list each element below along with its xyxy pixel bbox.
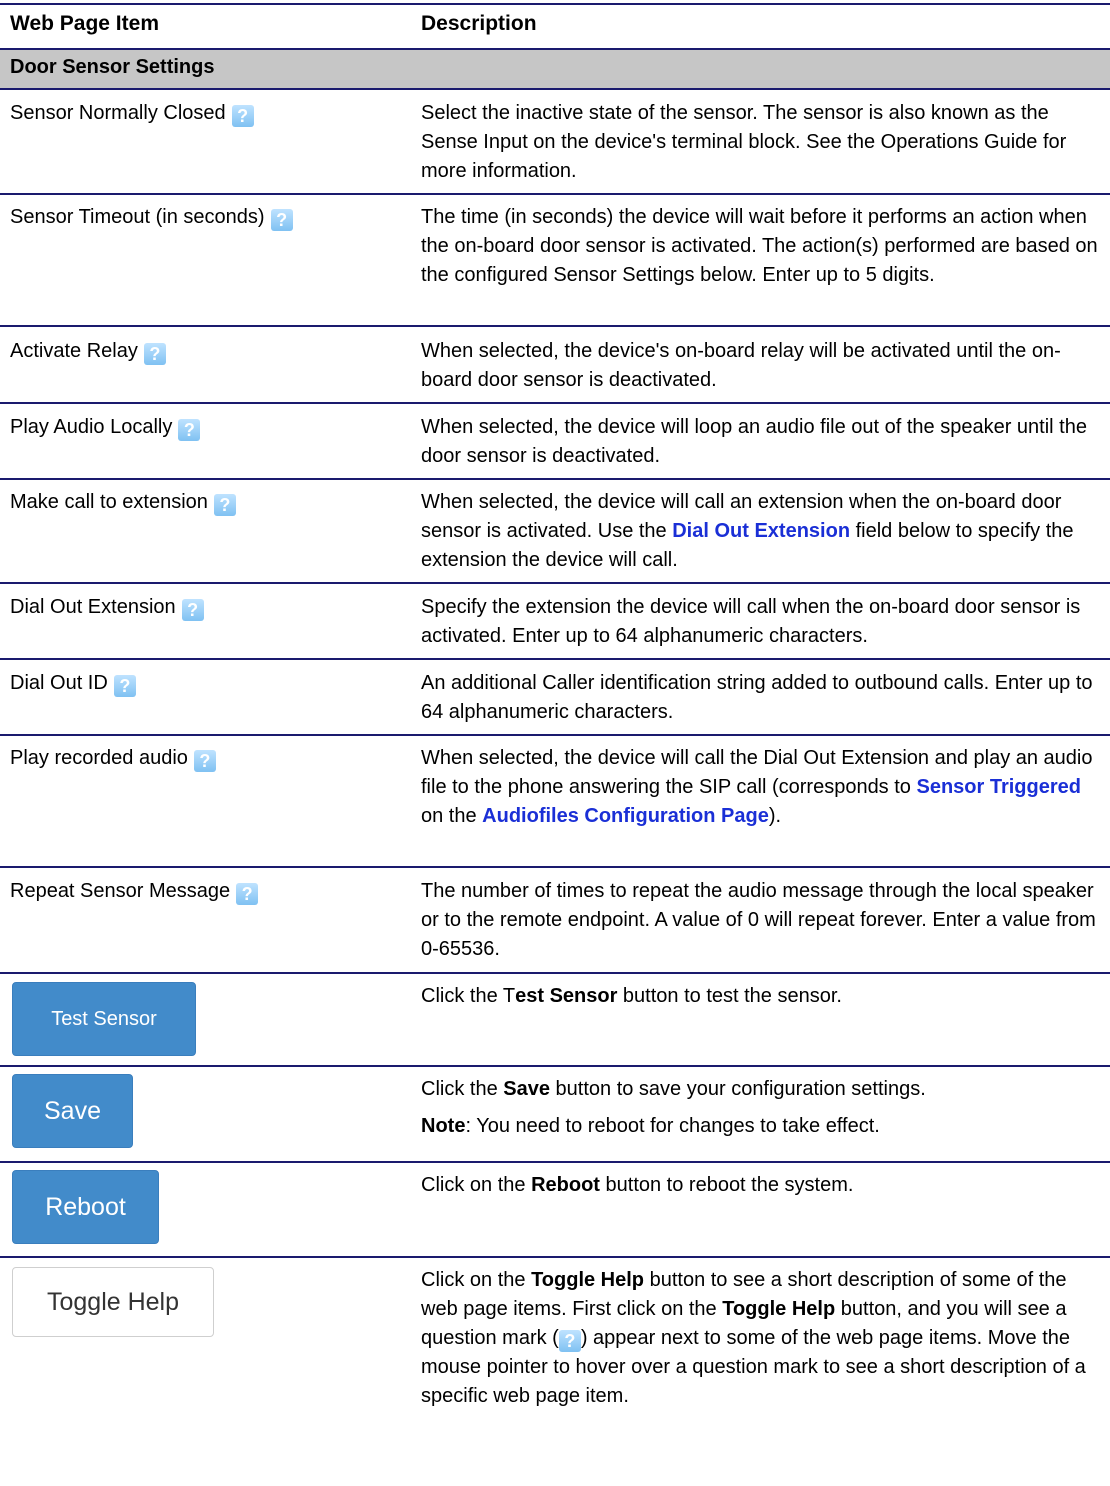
test-sensor-button[interactable]: Test Sensor <box>12 982 196 1056</box>
rule <box>0 402 1110 404</box>
table-row: Save Click the Save button to save your … <box>0 1067 1110 1160</box>
item-description: The number of times to repeat the audio … <box>421 880 1096 960</box>
item-description: Select the inactive state of the sensor.… <box>421 102 1067 182</box>
item-description: Click the Test Sensor button to test the… <box>421 985 842 1007</box>
item-label: Play recorded audio? <box>10 744 400 773</box>
item-description: Click on the Toggle Help button to see a… <box>421 1269 1086 1407</box>
section-title: Door Sensor Settings <box>10 56 215 78</box>
rule <box>0 193 1110 195</box>
item-description: When selected, the device will call the … <box>421 747 1093 827</box>
rule <box>0 658 1110 660</box>
rule <box>0 88 1110 90</box>
item-label: Repeat Sensor Message? <box>10 877 400 906</box>
item-description: When selected, the device will loop an a… <box>421 416 1087 467</box>
header-description: Description <box>421 12 537 35</box>
help-icon[interactable]: ? <box>231 105 254 127</box>
help-icon[interactable]: ? <box>113 675 136 697</box>
table-row: Reboot Click on the Reboot button to reb… <box>0 1163 1110 1255</box>
save-button[interactable]: Save <box>12 1074 133 1148</box>
item-description: An additional Caller identification stri… <box>421 672 1093 723</box>
table-row: Test Sensor Click the Test Sensor button… <box>0 974 1110 1064</box>
sensor-triggered-link[interactable]: Sensor Triggered <box>916 776 1081 798</box>
help-icon[interactable]: ? <box>270 209 293 231</box>
rule <box>0 734 1110 736</box>
rule <box>0 478 1110 480</box>
item-label: Dial Out Extension? <box>10 593 400 622</box>
item-description: The time (in seconds) the device will wa… <box>421 206 1098 286</box>
rule <box>0 3 1110 5</box>
help-icon[interactable]: ? <box>178 419 201 441</box>
rule <box>0 325 1110 327</box>
audiofiles-configuration-page-link[interactable]: Audiofiles Configuration Page <box>482 805 769 827</box>
item-label: Make call to extension? <box>10 488 400 517</box>
item-description: When selected, the device's on-board rel… <box>421 340 1061 391</box>
item-description: Click on the Reboot button to reboot the… <box>421 1174 854 1196</box>
help-icon: ? <box>558 1330 581 1352</box>
item-label: Sensor Timeout (in seconds)? <box>10 203 400 232</box>
help-icon[interactable]: ? <box>181 599 204 621</box>
header-web-page-item: Web Page Item <box>10 12 159 35</box>
help-icon[interactable]: ? <box>143 343 166 365</box>
item-description: Click the Save button to save your confi… <box>421 1078 926 1137</box>
toggle-help-button[interactable]: Toggle Help <box>12 1267 214 1337</box>
help-icon[interactable]: ? <box>193 750 216 772</box>
item-label: Play Audio Locally? <box>10 413 400 442</box>
help-icon[interactable]: ? <box>213 494 236 516</box>
rule <box>0 866 1110 868</box>
reboot-button[interactable]: Reboot <box>12 1170 159 1244</box>
section-door-sensor-settings: Door Sensor Settings <box>0 50 1110 88</box>
item-label: Activate Relay? <box>10 337 400 366</box>
table-row: Toggle Help Click on the Toggle Help but… <box>0 1258 1110 1458</box>
rule <box>0 582 1110 584</box>
item-label: Dial Out ID? <box>10 669 400 698</box>
item-label: Sensor Normally Closed? <box>10 99 400 128</box>
item-description: Specify the extension the device will ca… <box>421 596 1081 647</box>
help-icon[interactable]: ? <box>236 883 259 905</box>
dial-out-extension-link[interactable]: Dial Out Extension <box>672 520 850 542</box>
item-description: When selected, the device will call an e… <box>421 491 1074 571</box>
